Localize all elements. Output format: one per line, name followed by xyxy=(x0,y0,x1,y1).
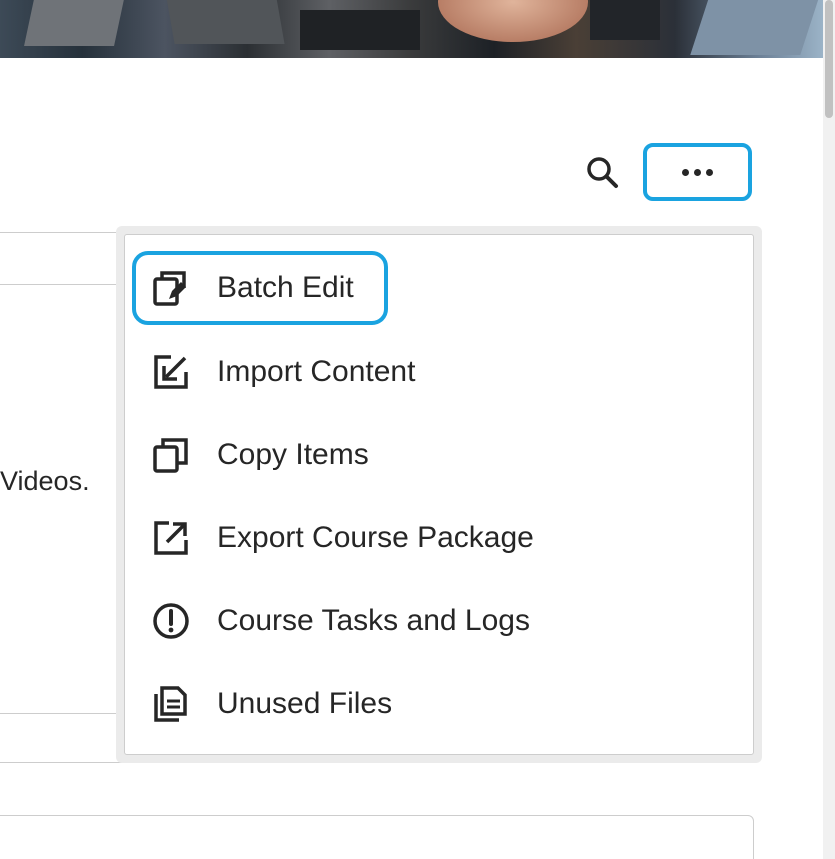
copy-icon xyxy=(151,435,191,475)
import-icon xyxy=(151,352,191,392)
menu-item-label: Course Tasks and Logs xyxy=(217,604,530,637)
content-panel xyxy=(0,815,754,859)
menu-item-import-content[interactable]: Import Content xyxy=(125,339,753,405)
menu-item-copy-items[interactable]: Copy Items xyxy=(125,422,753,488)
menu-item-export-course-package[interactable]: Export Course Package xyxy=(125,505,753,571)
page-scrollbar[interactable] xyxy=(823,0,835,859)
search-button[interactable] xyxy=(580,150,624,194)
menu-item-course-tasks-and-logs[interactable]: Course Tasks and Logs xyxy=(125,588,753,654)
scrollbar-thumb[interactable] xyxy=(825,0,833,118)
export-icon xyxy=(151,518,191,558)
content-description-text: Videos. xyxy=(0,466,90,496)
menu-item-label: Unused Files xyxy=(217,687,393,720)
menu-item-label: Copy Items xyxy=(217,438,369,471)
files-icon xyxy=(151,684,191,724)
alert-circle-icon xyxy=(151,601,191,641)
menu-item-label: Export Course Package xyxy=(217,521,534,554)
batch-edit-icon xyxy=(151,268,191,308)
search-icon xyxy=(587,157,618,188)
menu-item-batch-edit[interactable]: Batch Edit xyxy=(125,255,753,321)
more-options-icon xyxy=(682,168,713,176)
menu-item-label: Import Content xyxy=(217,355,416,388)
more-options-menu: Batch Edit Import Content Copy Items Exp… xyxy=(124,234,754,755)
course-banner-image xyxy=(0,0,823,58)
menu-item-unused-files[interactable]: Unused Files xyxy=(125,671,753,737)
menu-item-label: Batch Edit xyxy=(217,271,354,304)
more-options-button[interactable] xyxy=(643,143,752,201)
